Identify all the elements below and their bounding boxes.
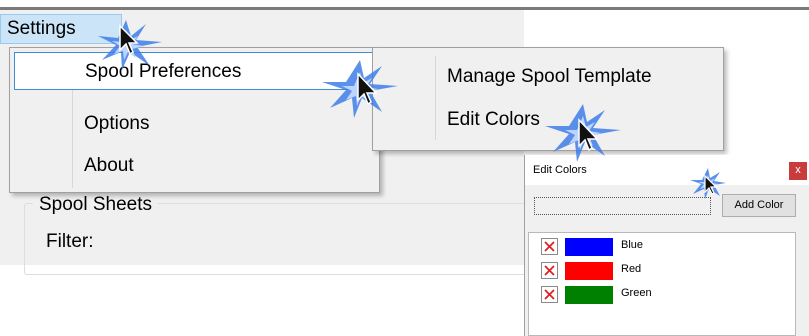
filter-label: Filter: [46, 231, 94, 252]
menu-item-edit-colors[interactable]: Edit Colors [447, 109, 540, 131]
menu-item-about[interactable]: About [14, 147, 375, 185]
color-name: Red [621, 263, 642, 275]
click-burst-cursor-icon [322, 60, 398, 118]
submenu-gutter-separator [435, 56, 436, 140]
close-icon [544, 241, 555, 252]
list-item: Red [541, 261, 781, 281]
delete-red-button[interactable] [541, 262, 558, 279]
group-title: Spool Sheets [33, 194, 159, 216]
delete-blue-button[interactable] [541, 238, 558, 255]
color-name: Green [621, 287, 652, 299]
color-list: Blue Red Green [528, 232, 796, 336]
close-icon [544, 289, 555, 300]
delete-green-button[interactable] [541, 286, 558, 303]
click-burst-cursor-icon [690, 168, 726, 199]
color-swatch [565, 286, 613, 304]
dialog-title: Edit Colors [533, 164, 587, 176]
color-swatch [565, 238, 613, 256]
close-button[interactable]: x [789, 162, 807, 180]
menu-item-manage-spool-template[interactable]: Manage Spool Template [447, 66, 652, 88]
click-burst-cursor-icon [98, 20, 162, 70]
color-name-input[interactable] [534, 197, 711, 215]
list-item: Blue [541, 237, 781, 257]
window-top-border [0, 7, 809, 10]
color-name: Blue [621, 239, 644, 251]
list-item: Green [541, 285, 781, 305]
edit-colors-dialog: Edit Colors x Add Color Blue Red Green [524, 155, 809, 336]
color-swatch [565, 262, 613, 280]
add-color-button[interactable]: Add Color [722, 194, 796, 217]
close-icon [544, 265, 555, 276]
click-burst-cursor-icon [545, 104, 621, 162]
